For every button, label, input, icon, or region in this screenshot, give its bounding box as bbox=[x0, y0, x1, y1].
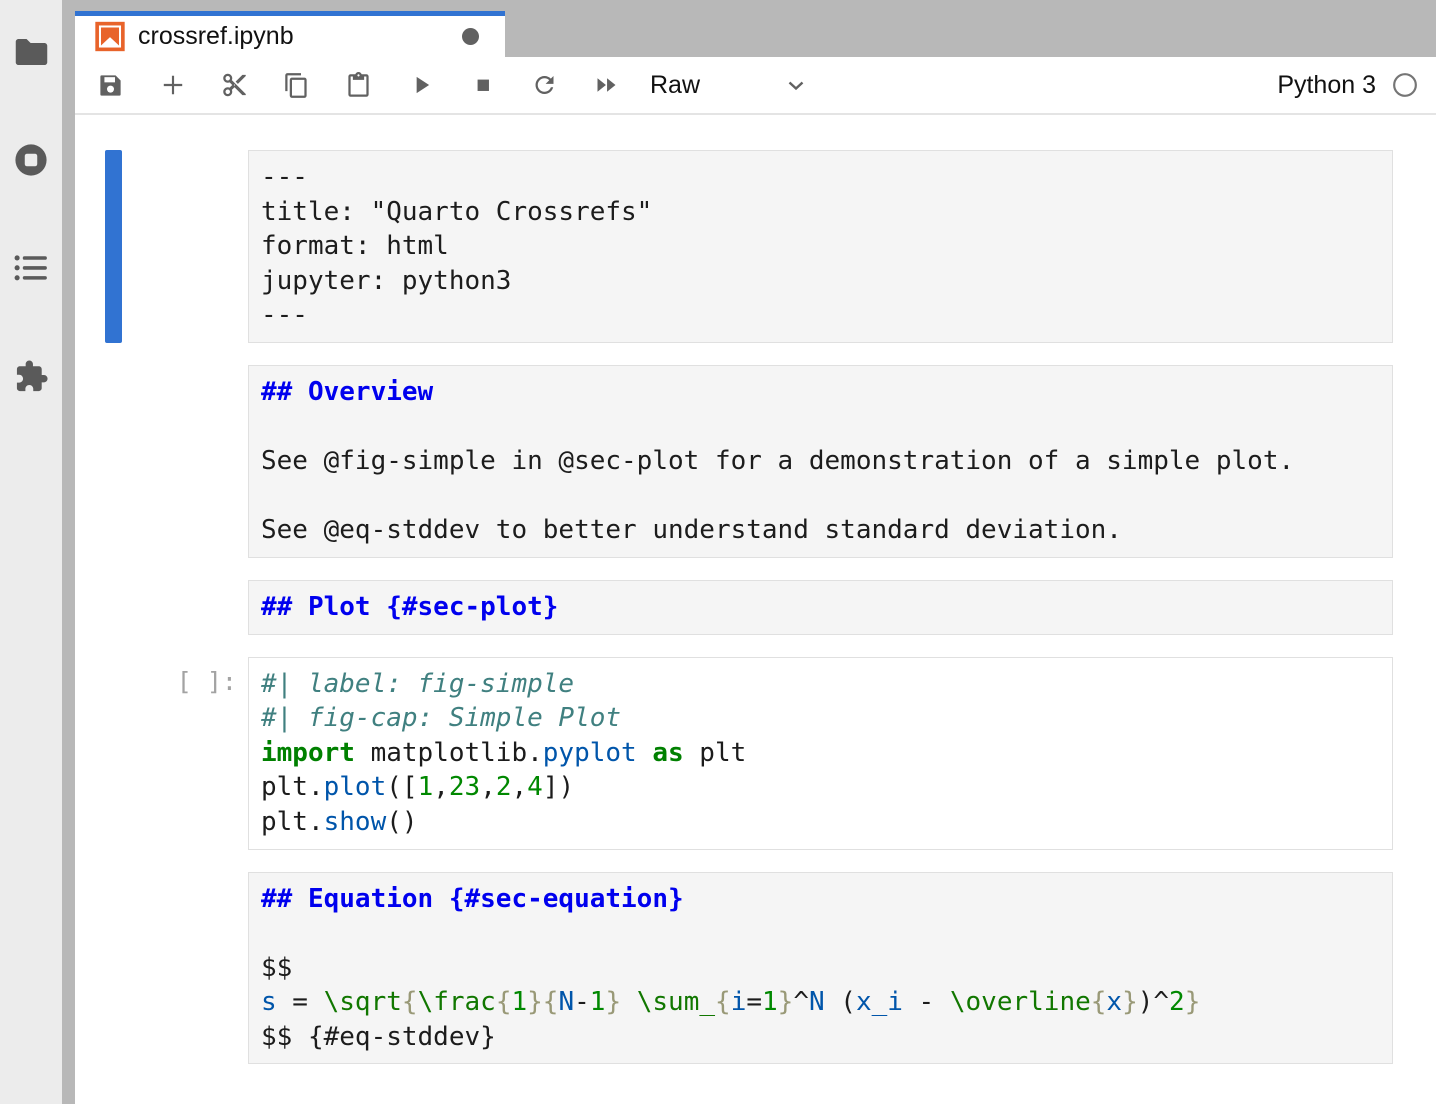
sidebar-item-extension-manager[interactable] bbox=[12, 358, 50, 394]
cell-gutter: [ ]: bbox=[75, 657, 248, 850]
cell-editor[interactable]: ## Equation {#sec-equation} $$s = \sqrt{… bbox=[248, 872, 1393, 1065]
run-icon bbox=[408, 72, 434, 98]
list-icon bbox=[14, 253, 48, 283]
kernel-idle-circle-icon bbox=[1392, 72, 1418, 98]
notebook-icon bbox=[95, 21, 125, 52]
cell-editor[interactable]: ## Overview See @fig-simple in @sec-plot… bbox=[248, 365, 1393, 558]
toolbar-button-group bbox=[97, 72, 620, 99]
paste-cells-button[interactable] bbox=[345, 72, 372, 99]
restart-icon bbox=[531, 71, 558, 99]
cut-cells-button[interactable] bbox=[221, 72, 248, 99]
kernel-name: Python 3 bbox=[1277, 71, 1376, 100]
cell-editor[interactable]: ## Plot {#sec-plot} bbox=[248, 580, 1393, 635]
cell-collapser[interactable] bbox=[105, 150, 122, 343]
tab-bar: crossref.ipynb bbox=[75, 0, 1436, 57]
restart-run-all-button[interactable] bbox=[593, 72, 620, 99]
paste-icon bbox=[345, 72, 372, 99]
notebook-cell-markdown[interactable]: ## Overview See @fig-simple in @sec-plot… bbox=[75, 365, 1436, 558]
plus-icon bbox=[160, 72, 186, 98]
puzzle-icon bbox=[14, 359, 49, 394]
insert-cell-button[interactable] bbox=[159, 72, 186, 99]
tab-title: crossref.ipynb bbox=[138, 22, 294, 51]
notebook-cell-markdown[interactable]: ## Equation {#sec-equation} $$s = \sqrt{… bbox=[75, 872, 1436, 1065]
cell-gutter bbox=[75, 872, 248, 1065]
panel-divider bbox=[62, 0, 75, 1104]
interrupt-kernel-button[interactable] bbox=[469, 72, 496, 99]
notebook-cell-raw[interactable]: ---title: "Quarto Crossrefs"format: html… bbox=[75, 150, 1436, 343]
fast-forward-icon bbox=[593, 71, 620, 99]
folder-icon bbox=[13, 37, 50, 67]
notebook-cells: ---title: "Quarto Crossrefs"format: html… bbox=[75, 115, 1436, 1064]
activity-sidebar bbox=[0, 0, 62, 1104]
cell-gutter bbox=[75, 150, 248, 343]
copy-icon bbox=[283, 72, 310, 99]
chevron-down-icon bbox=[784, 73, 808, 97]
notebook-cell-markdown[interactable]: ## Plot {#sec-plot} bbox=[75, 580, 1436, 635]
stop-circle-icon bbox=[14, 143, 48, 177]
cell-gutter bbox=[75, 580, 248, 635]
run-cell-button[interactable] bbox=[407, 72, 434, 99]
sidebar-item-running-sessions[interactable] bbox=[12, 142, 50, 178]
sidebar-item-file-browser[interactable] bbox=[12, 34, 50, 70]
restart-kernel-button[interactable] bbox=[531, 72, 558, 99]
cell-type-value: Raw bbox=[650, 71, 700, 100]
copy-cells-button[interactable] bbox=[283, 72, 310, 99]
cell-editor[interactable]: #| label: fig-simple#| fig-cap: Simple P… bbox=[248, 657, 1393, 850]
tab-crossref-ipynb[interactable]: crossref.ipynb bbox=[75, 11, 505, 57]
sidebar-item-table-of-contents[interactable] bbox=[12, 250, 50, 286]
main-panel: crossref.ipynb bbox=[75, 0, 1436, 1104]
notebook-toolbar: Raw Python 3 bbox=[75, 57, 1436, 115]
unsaved-indicator-icon[interactable] bbox=[462, 28, 479, 45]
cut-icon bbox=[221, 71, 248, 99]
cell-type-dropdown[interactable]: Raw bbox=[650, 71, 808, 100]
stop-icon bbox=[470, 72, 496, 98]
cell-prompt: [ ]: bbox=[177, 667, 237, 696]
kernel-indicator[interactable]: Python 3 bbox=[1277, 71, 1418, 100]
cell-editor[interactable]: ---title: "Quarto Crossrefs"format: html… bbox=[248, 150, 1393, 343]
save-button[interactable] bbox=[97, 72, 124, 99]
save-icon bbox=[97, 72, 124, 99]
cell-gutter bbox=[75, 365, 248, 558]
notebook-cell-code[interactable]: [ ]: #| label: fig-simple#| fig-cap: Simp… bbox=[75, 657, 1436, 850]
